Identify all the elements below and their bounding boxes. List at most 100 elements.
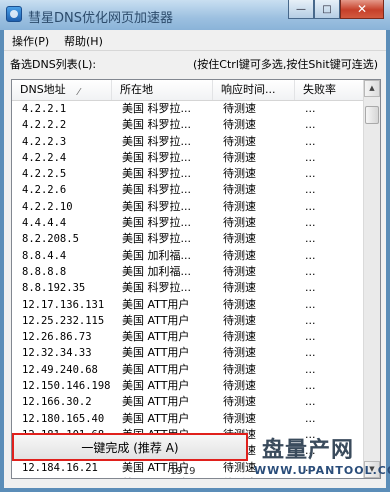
response-time-cell: 待测速 (223, 395, 256, 409)
table-row[interactable]: 4.2.2.10 美国 科罗拉... 待测速... (12, 199, 364, 215)
column-location[interactable]: 所在地 (112, 80, 213, 100)
response-time-cell: 待测速 (223, 330, 256, 344)
maximize-button[interactable]: □ (314, 0, 340, 19)
list-header: DNS地址 ⁄ 所在地 响应时间... 失败率 (12, 80, 364, 101)
fail-rate-cell: ... (305, 346, 316, 360)
fail-rate-cell: ... (305, 297, 316, 311)
dns-address-cell: 12.184.32.43 (12, 476, 119, 479)
dns-address-cell: 12.25.232.115 (22, 314, 105, 327)
response-time-cell: 待测速 (223, 199, 256, 213)
dns-address-cell: 12.184.16.21 (22, 461, 98, 474)
dns-address-cell: 12.49.240.68 (22, 363, 98, 376)
fail-rate-cell: ... (305, 150, 316, 164)
location-cell: 美国 科罗拉... (122, 199, 191, 213)
response-time-cell: 待测速 (223, 264, 256, 278)
close-button[interactable]: ✕ (340, 0, 384, 19)
response-time-cell: 待测速 (223, 183, 256, 197)
location-cell: 美国 科罗拉... (122, 281, 191, 295)
response-time-cell: 待测速 (223, 297, 256, 311)
minimize-button[interactable]: — (288, 0, 314, 19)
fail-rate-cell: ... (305, 281, 316, 295)
scroll-up-icon[interactable]: ▲ (364, 80, 380, 97)
fail-rate-cell: ... (305, 362, 316, 376)
column-fail-rate[interactable]: 失败率 (295, 80, 364, 100)
dns-address-cell: 8.8.4.4 (22, 249, 67, 262)
selection-hint: (按住Ctrl键可多选,按住Shit键可连选) (193, 58, 378, 71)
table-row[interactable]: 12.32.34.33 美国 ATT用户 待测速... (12, 345, 364, 361)
dns-address-cell: 12.17.136.131 (22, 298, 105, 311)
dns-address-cell: 12.166.30.2 (22, 396, 92, 409)
table-row[interactable]: 8.2.208.5 美国 科罗拉... 待测速... (12, 231, 364, 247)
one-click-complete-button[interactable]: 一键完成 (推荐 A) (12, 433, 248, 461)
table-row[interactable]: 4.2.2.1 美国 科罗拉... 待测速... (12, 101, 364, 117)
location-cell: 美国 科罗拉... (122, 183, 191, 197)
fail-rate-cell: ... (305, 411, 316, 425)
dns-list-label: 备选DNS列表(L): (10, 58, 97, 71)
fail-rate-cell: ... (305, 183, 316, 197)
table-row[interactable]: 4.4.4.4 美国 科罗拉... 待测速... (12, 215, 364, 231)
scroll-thumb[interactable] (365, 106, 379, 124)
location-cell: 美国 ATT用户 (122, 346, 190, 360)
response-time-cell: 待测速 (223, 411, 256, 425)
location-cell: 美国 科罗拉... (122, 134, 191, 148)
table-row[interactable]: 4.2.2.5 美国 科罗拉... 待测速... (12, 166, 364, 182)
menu-bar: 操作(P) 帮助(H) (4, 30, 386, 51)
table-row[interactable]: 8.8.4.4 美国 加利福... 待测速... (12, 248, 364, 264)
fail-rate-cell: ... (305, 102, 316, 115)
fail-rate-cell: ... (305, 379, 316, 393)
fail-rate-cell: ... (305, 232, 316, 246)
column-dns-address[interactable]: DNS地址 ⁄ (12, 80, 112, 100)
table-row[interactable]: 12.17.136.131 美国 ATT用户 待测速... (12, 297, 364, 313)
table-row[interactable]: 12.26.86.73 美国 ATT用户 待测速... (12, 329, 364, 345)
dns-address-cell: 4.4.4.4 (22, 217, 67, 230)
location-cell: 美国 ATT用户 (112, 476, 221, 478)
location-cell: 美国 加利福... (122, 248, 191, 262)
title-bar: 彗星DNS优化网页加速器 — □ ✕ (0, 0, 390, 30)
dns-address-cell: 12.32.34.33 (22, 347, 92, 360)
dns-list[interactable]: DNS地址 ⁄ 所在地 响应时间... 失败率 4.2.2.1 美国 科罗拉...… (11, 79, 381, 479)
fail-rate-cell: ... (305, 118, 316, 132)
fail-rate-cell: ... (305, 216, 316, 230)
table-row[interactable]: 8.8.192.35 美国 科罗拉... 待测速... (12, 280, 364, 296)
location-cell: 美国 ATT用户 (122, 297, 190, 311)
table-row[interactable]: 4.2.2.2 美国 科罗拉... 待测速... (12, 117, 364, 133)
location-cell: 美国 科罗拉... (122, 102, 191, 115)
response-time-cell: 待测速 (223, 216, 256, 230)
one-click-complete-label: 一键完成 (推荐 A) (81, 440, 179, 455)
menu-help[interactable]: 帮助(H) (64, 33, 103, 49)
dns-address-cell: 12.180.165.40 (22, 412, 105, 425)
table-row[interactable]: 4.2.2.4 美国 科罗拉... 待测速... (12, 150, 364, 166)
fail-rate-cell: ... (305, 199, 316, 213)
table-row[interactable]: 12.180.165.40 美国 ATT用户 待测速... (12, 411, 364, 427)
location-cell: 美国 科罗拉... (122, 216, 191, 230)
fail-rate-cell: ... (305, 167, 316, 181)
vertical-scrollbar[interactable]: ▲ ▼ (363, 80, 380, 478)
column-dns-address-label: DNS地址 (20, 83, 66, 96)
dns-address-cell: 4.2.2.10 (22, 200, 73, 213)
menu-operate[interactable]: 操作(P) (12, 33, 49, 49)
table-row[interactable]: 12.49.240.68 美国 ATT用户 待测速... (12, 362, 364, 378)
table-row[interactable]: 4.2.2.6 美国 科罗拉... 待测速... (12, 182, 364, 198)
fail-rate-cell: ... (305, 313, 316, 327)
table-row[interactable]: 12.166.30.2 美国 ATT用户 待测速... (12, 394, 364, 410)
location-cell: 美国 科罗拉... (122, 232, 191, 246)
response-time-cell: 待测速 (223, 248, 256, 262)
dns-address-cell: 8.8.192.35 (22, 282, 86, 295)
response-time-cell: 待测速 (223, 362, 256, 376)
dns-address-cell: 4.2.2.6 (22, 184, 67, 197)
location-cell: 美国 科罗拉... (122, 167, 191, 181)
fail-rate-cell: ... (305, 395, 316, 409)
location-cell: 美国 加利福... (122, 264, 191, 278)
watermark-bottom: WWW.UPANTOOL.COM (254, 464, 390, 477)
table-row[interactable]: 12.150.146.198 美国 ATT用户 待测速... (12, 378, 364, 394)
response-time-cell: 待测速 (223, 102, 256, 115)
table-row[interactable]: 4.2.2.3 美国 科罗拉... 待测速... (12, 134, 364, 150)
location-cell: 美国 ATT用户 (122, 379, 190, 393)
column-response-time[interactable]: 响应时间... (213, 80, 295, 100)
location-cell: 美国 ATT用户 (122, 313, 190, 327)
response-time-cell: 待测速 (223, 118, 256, 132)
table-row[interactable]: 8.8.8.8 美国 加利福... 待测速... (12, 264, 364, 280)
response-time-cell: 待测速 (223, 167, 256, 181)
dns-address-cell: 4.2.2.5 (22, 168, 67, 181)
table-row[interactable]: 12.25.232.115 美国 ATT用户 待测速... (12, 313, 364, 329)
